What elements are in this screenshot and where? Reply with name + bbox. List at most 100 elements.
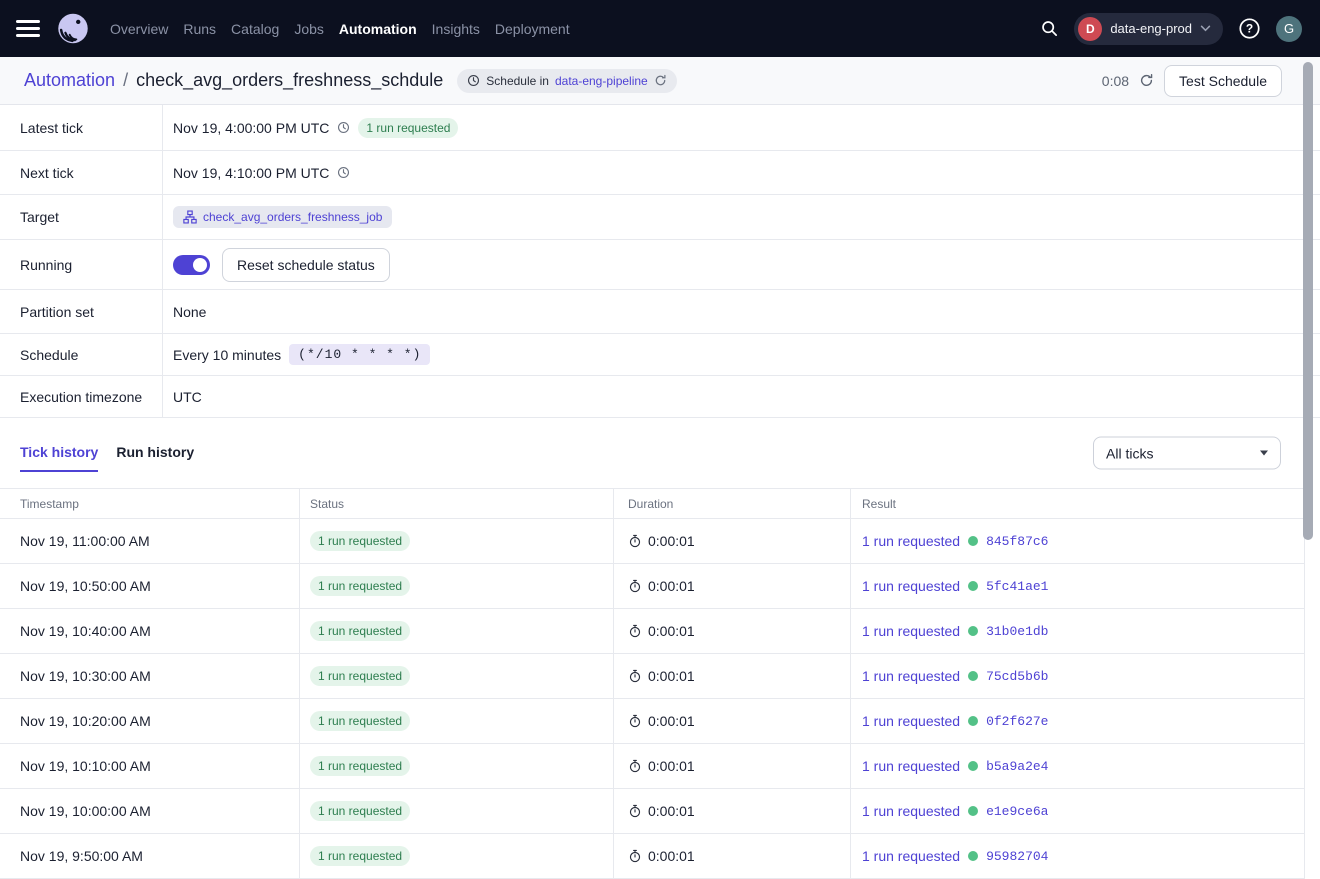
schedule-badge-prefix: Schedule in xyxy=(486,74,549,88)
schedule-text: Every 10 minutes xyxy=(173,347,281,363)
run-id-link[interactable]: 0f2f627e xyxy=(986,714,1048,729)
tick-duration: 0:00:01 xyxy=(648,668,695,684)
tick-duration: 0:00:01 xyxy=(648,713,695,729)
stopwatch-icon xyxy=(628,669,642,683)
nav-item-runs[interactable]: Runs xyxy=(183,21,216,37)
tick-history-table: Timestamp Status Duration Result Nov 19,… xyxy=(0,488,1305,879)
run-requested-link[interactable]: 1 run requested xyxy=(862,758,960,774)
nav-item-deployment[interactable]: Deployment xyxy=(495,21,570,37)
schedule-label: Schedule xyxy=(0,334,163,375)
running-toggle[interactable] xyxy=(173,255,210,275)
run-requested-link[interactable]: 1 run requested xyxy=(862,668,960,684)
stopwatch-icon xyxy=(628,849,642,863)
tick-timestamp: Nov 19, 11:00:00 AM xyxy=(0,519,300,563)
run-requested-link[interactable]: 1 run requested xyxy=(862,623,960,639)
tab-tick-history[interactable]: Tick history xyxy=(20,434,98,472)
run-status-dot xyxy=(968,851,978,861)
run-id-link[interactable]: 5fc41ae1 xyxy=(986,579,1048,594)
stopwatch-icon xyxy=(628,579,642,593)
refresh-countdown: 0:08 xyxy=(1102,73,1129,89)
tab-run-history[interactable]: Run history xyxy=(116,434,194,472)
run-status-dot xyxy=(968,716,978,726)
clock-icon xyxy=(337,121,350,134)
run-id-link[interactable]: b5a9a2e4 xyxy=(986,759,1048,774)
tick-timestamp: Nov 19, 10:30:00 AM xyxy=(0,654,300,698)
run-id-link[interactable]: 75cd5b6b xyxy=(986,669,1048,684)
table-row: Nov 19, 10:00:00 AM 1 run requested 0:00… xyxy=(0,789,1304,834)
run-requested-link[interactable]: 1 run requested xyxy=(862,803,960,819)
schedule-details: Latest tick Nov 19, 4:00:00 PM UTC 1 run… xyxy=(0,105,1320,418)
table-row: Nov 19, 10:50:00 AM 1 run requested 0:00… xyxy=(0,564,1304,609)
dagster-logo-icon[interactable] xyxy=(54,10,92,48)
nav-item-automation[interactable]: Automation xyxy=(339,21,417,37)
target-job-chip[interactable]: check_avg_orders_freshness_job xyxy=(173,206,392,228)
run-id-link[interactable]: e1e9ce6a xyxy=(986,804,1048,819)
table-header-row: Timestamp Status Duration Result xyxy=(0,489,1304,519)
table-row: Nov 19, 10:40:00 AM 1 run requested 0:00… xyxy=(0,609,1304,654)
user-avatar[interactable]: G xyxy=(1276,16,1302,42)
run-id-link[interactable]: 31b0e1db xyxy=(986,624,1048,639)
caret-down-icon xyxy=(1260,451,1268,456)
detail-row-running: Running Reset schedule status xyxy=(0,240,1320,290)
breadcrumb-automation-link[interactable]: Automation xyxy=(24,70,115,91)
deployment-switcher[interactable]: D data-eng-prod xyxy=(1074,13,1223,45)
tick-filter-select[interactable]: All ticks xyxy=(1093,437,1281,470)
sync-icon[interactable] xyxy=(654,74,667,87)
tick-filter-value: All ticks xyxy=(1106,445,1153,461)
code-location-link[interactable]: data-eng-pipeline xyxy=(555,74,648,88)
nav-item-overview[interactable]: Overview xyxy=(110,21,168,37)
next-tick-label: Next tick xyxy=(0,151,163,194)
nav-item-catalog[interactable]: Catalog xyxy=(231,21,279,37)
run-requested-link[interactable]: 1 run requested xyxy=(862,578,960,594)
tick-duration: 0:00:01 xyxy=(648,758,695,774)
nav-item-insights[interactable]: Insights xyxy=(432,21,480,37)
reset-schedule-status-button[interactable]: Reset schedule status xyxy=(222,248,390,282)
tick-duration: 0:00:01 xyxy=(648,848,695,864)
stopwatch-icon xyxy=(628,534,642,548)
run-status-dot xyxy=(968,761,978,771)
vertical-scrollbar[interactable] xyxy=(1303,62,1313,540)
tick-status-badge: 1 run requested xyxy=(310,576,410,596)
tick-duration: 0:00:01 xyxy=(648,803,695,819)
latest-tick-time: Nov 19, 4:00:00 PM UTC xyxy=(173,120,329,136)
page-title: check_avg_orders_freshness_schdule xyxy=(136,70,443,91)
detail-row-timezone: Execution timezone UTC xyxy=(0,376,1320,418)
nav-right-cluster: D data-eng-prod ? G xyxy=(1036,13,1302,45)
target-job-link[interactable]: check_avg_orders_freshness_job xyxy=(203,210,382,224)
deployment-initial-badge: D xyxy=(1078,17,1102,41)
tick-status-badge: 1 run requested xyxy=(310,846,410,866)
run-requested-link[interactable]: 1 run requested xyxy=(862,533,960,549)
run-status-dot xyxy=(968,671,978,681)
run-id-link[interactable]: 845f87c6 xyxy=(986,534,1048,549)
tick-status-badge: 1 run requested xyxy=(310,756,410,776)
search-icon[interactable] xyxy=(1036,15,1063,42)
stopwatch-icon xyxy=(628,804,642,818)
tick-timestamp: Nov 19, 10:40:00 AM xyxy=(0,609,300,653)
job-icon xyxy=(183,210,197,224)
svg-text:?: ? xyxy=(1246,22,1253,36)
tick-status-badge: 1 run requested xyxy=(310,621,410,641)
timezone-value: UTC xyxy=(173,389,202,405)
chevron-down-icon xyxy=(1200,25,1211,32)
run-status-dot xyxy=(968,581,978,591)
tick-duration: 0:00:01 xyxy=(648,578,695,594)
tick-timestamp: Nov 19, 10:00:00 AM xyxy=(0,789,300,833)
running-label: Running xyxy=(0,240,163,289)
refresh-icon[interactable] xyxy=(1139,73,1154,88)
top-nav: Overview Runs Catalog Jobs Automation In… xyxy=(0,0,1320,57)
timezone-label: Execution timezone xyxy=(0,376,163,417)
run-id-link[interactable]: 95982704 xyxy=(986,849,1048,864)
run-requested-link[interactable]: 1 run requested xyxy=(862,713,960,729)
next-tick-time: Nov 19, 4:10:00 PM UTC xyxy=(173,165,329,181)
detail-row-partition-set: Partition set None xyxy=(0,290,1320,334)
tick-duration: 0:00:01 xyxy=(648,623,695,639)
hamburger-menu-icon[interactable] xyxy=(16,16,40,41)
clock-icon xyxy=(467,74,480,87)
run-requested-link[interactable]: 1 run requested xyxy=(862,848,960,864)
nav-item-jobs[interactable]: Jobs xyxy=(294,21,324,37)
test-schedule-button[interactable]: Test Schedule xyxy=(1164,65,1282,97)
tick-status-badge: 1 run requested xyxy=(310,666,410,686)
help-icon[interactable]: ? xyxy=(1234,13,1265,44)
table-row: Nov 19, 10:10:00 AM 1 run requested 0:00… xyxy=(0,744,1304,789)
clock-icon xyxy=(337,166,350,179)
